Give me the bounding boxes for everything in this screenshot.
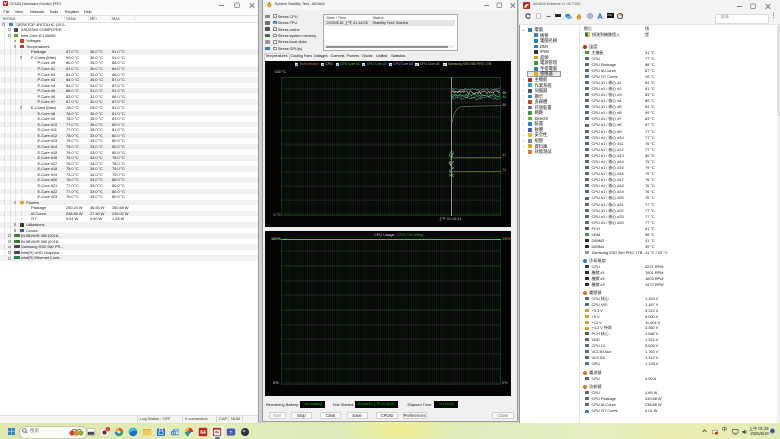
svg-text:T: T bbox=[230, 430, 233, 435]
svg-text:64: 64 bbox=[200, 430, 206, 436]
